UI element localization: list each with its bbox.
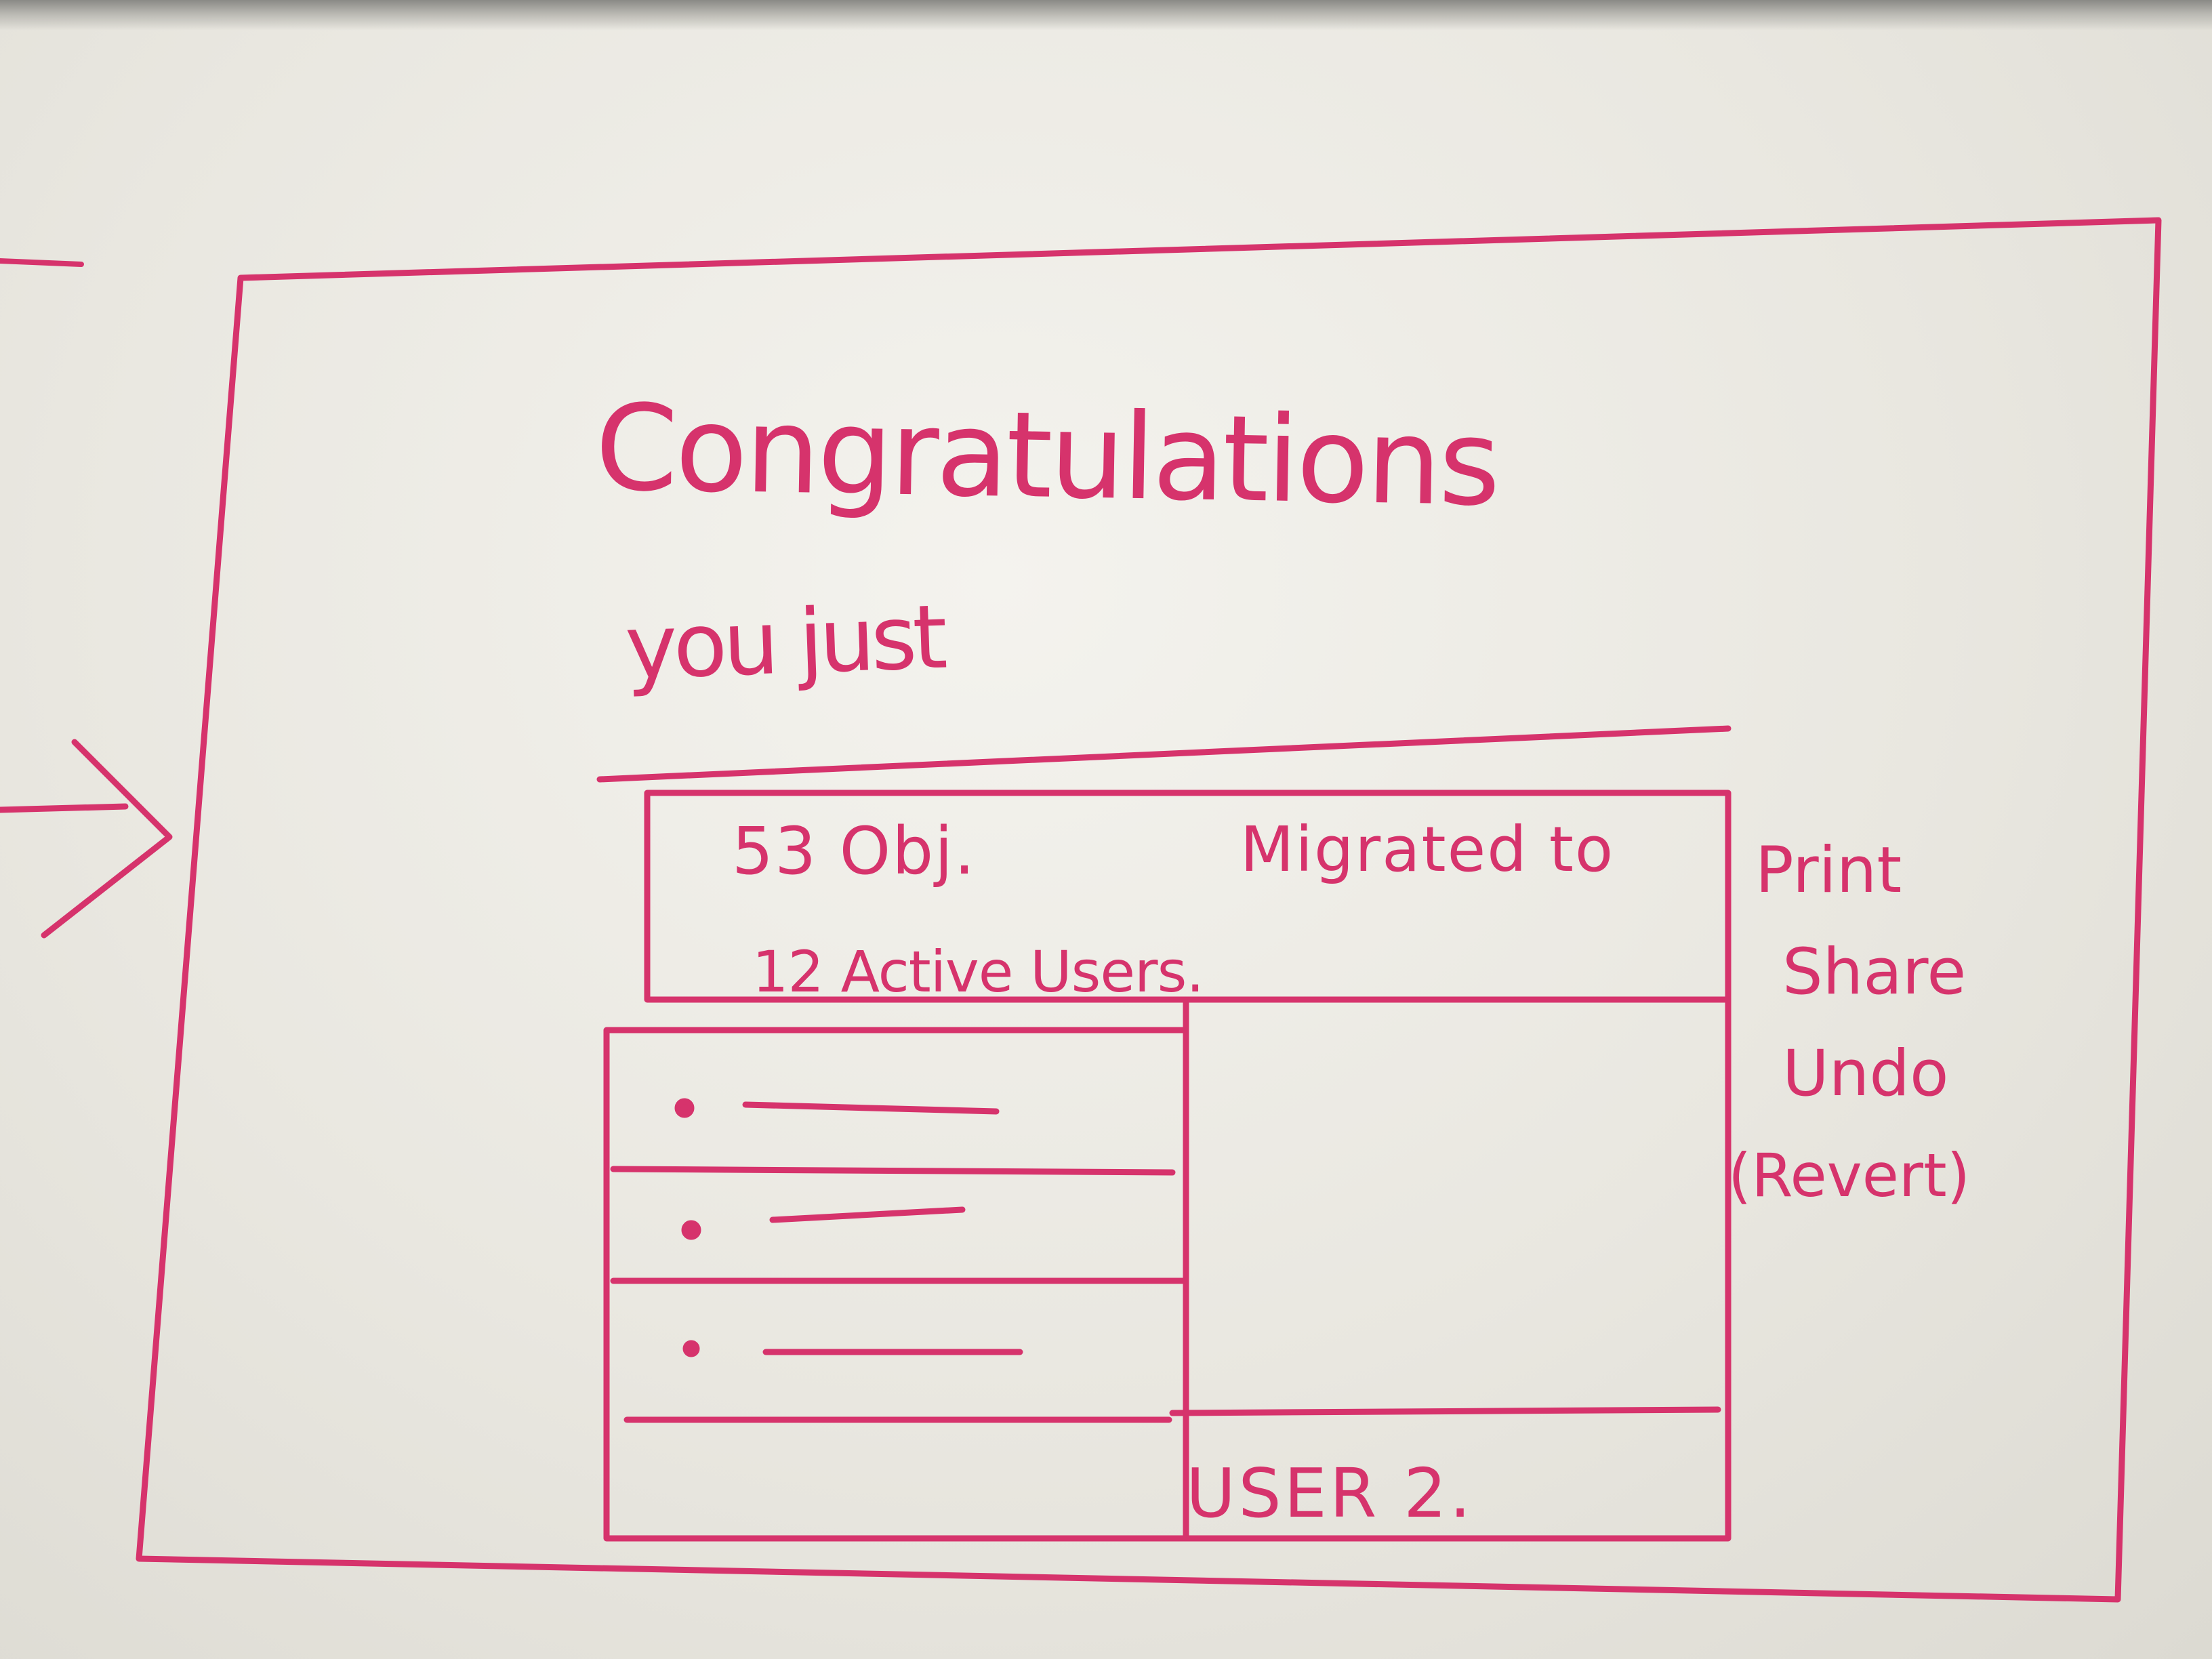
page-title: Congratulations: [594, 380, 1500, 533]
list-item-line: [769, 1206, 966, 1223]
whiteboard: Congratulations you just 53 Obj. Migrate…: [0, 0, 2212, 1659]
list-item-line: [742, 1101, 1000, 1115]
bullet-icon: [674, 1098, 695, 1118]
revert-label: (Revert): [1728, 1141, 1970, 1210]
undo-button[interactable]: Undo: [1782, 1023, 1970, 1125]
list-item[interactable]: [610, 1098, 1176, 1176]
page-subtitle: you just: [623, 585, 945, 699]
detail-footer-divider: [1169, 1406, 1721, 1416]
objects-count: 53 Obj.: [732, 813, 977, 889]
list-item[interactable]: [623, 1340, 1172, 1423]
left-margin-stroke: [0, 258, 84, 267]
bullet-icon: [682, 1340, 700, 1357]
active-users-count: 12 Active Users.: [752, 939, 1204, 1005]
share-button[interactable]: Share: [1782, 922, 1970, 1023]
row-divider: [610, 1166, 1176, 1176]
list-item[interactable]: [610, 1206, 1186, 1284]
selected-user-label: USER 2.: [1186, 1454, 1474, 1533]
bullet-icon: [681, 1220, 701, 1240]
action-menu: Print Share Undo (Revert): [1728, 820, 1970, 1227]
migrated-label: Migrated to: [1240, 813, 1615, 886]
summary-panel-top-line: [596, 725, 1732, 783]
print-button[interactable]: Print: [1755, 820, 1970, 922]
arrow-icon: [0, 739, 173, 939]
